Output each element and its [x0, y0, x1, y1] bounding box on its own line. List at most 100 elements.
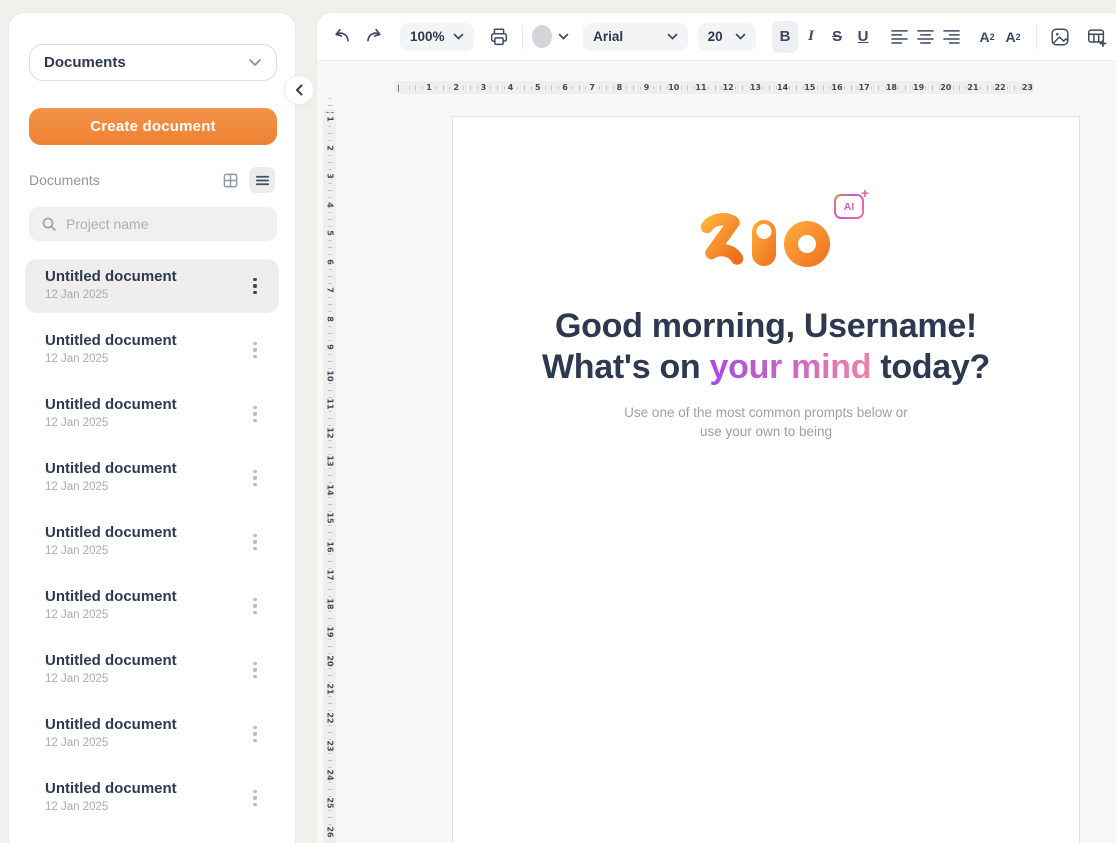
collapse-sidebar-button[interactable]: [284, 75, 314, 105]
ruler-number: 16: [325, 541, 334, 552]
document-menu-button[interactable]: [245, 593, 265, 619]
document-menu-button[interactable]: [245, 785, 265, 811]
document-menu-button[interactable]: [245, 529, 265, 555]
document-menu-button[interactable]: [245, 273, 265, 299]
ruler-tick: [817, 86, 818, 89]
document-list-item[interactable]: Untitled document 12 Jan 2025: [25, 451, 279, 505]
sparkle-icon: +: [861, 186, 869, 200]
document-title: Untitled document: [45, 396, 239, 413]
align-left-icon: [890, 28, 909, 45]
workspace-selector[interactable]: Documents: [29, 44, 277, 81]
ruler-tick: [328, 696, 331, 697]
document-list-item[interactable]: Untitled document 12 Jan 2025: [25, 387, 279, 441]
align-right-button[interactable]: [938, 21, 964, 53]
document-list-item[interactable]: Untitled document 12 Jan 2025: [25, 323, 279, 377]
insert-table-button[interactable]: [1083, 21, 1109, 53]
grid-view-icon: [222, 172, 239, 189]
underline-button[interactable]: U: [850, 21, 876, 53]
document-date: 12 Jan 2025: [45, 801, 239, 813]
ruler-number: 13: [325, 455, 334, 466]
ruler-tick: [328, 98, 331, 99]
ruler-tick: [328, 725, 331, 726]
grid-view-button[interactable]: [217, 167, 243, 193]
horizontal-ruler[interactable]: 1234567891011121314151617181920212223: [394, 81, 1034, 94]
align-center-button[interactable]: [912, 21, 938, 53]
sidebar: Documents Create document Documents: [8, 12, 296, 843]
ruler-tick: [328, 639, 331, 640]
ruler-tick: [599, 86, 600, 89]
text-color-button[interactable]: [532, 21, 569, 53]
document-list-item[interactable]: Untitled document 12 Jan 2025: [25, 515, 279, 569]
search-input[interactable]: [66, 216, 265, 232]
print-button[interactable]: [486, 21, 512, 53]
ruler-tick: [987, 85, 988, 90]
document-list-item[interactable]: Untitled document 12 Jan 2025: [25, 643, 279, 697]
print-icon: [488, 26, 510, 48]
redo-icon: [362, 26, 384, 48]
document-title: Untitled document: [45, 524, 239, 541]
ruler-tick: [327, 646, 332, 647]
ruler-tick: [328, 782, 331, 783]
ruler-number: 13: [750, 81, 761, 94]
document-menu-button[interactable]: [245, 401, 265, 427]
ruler-tick: [327, 133, 332, 134]
ruler-tick: [708, 86, 709, 89]
workspace-selector-label: Documents: [44, 54, 126, 71]
ruler-tick: [328, 767, 331, 768]
list-view-button[interactable]: [249, 167, 275, 193]
create-document-button[interactable]: Create document: [29, 108, 277, 145]
greeting-line2-suffix: today?: [871, 348, 990, 386]
document-menu-button[interactable]: [245, 337, 265, 363]
ruler-number: 21: [325, 683, 334, 694]
italic-button[interactable]: I: [798, 21, 824, 53]
insert-image-button[interactable]: [1047, 21, 1073, 53]
document-menu-button[interactable]: [245, 657, 265, 683]
strikethrough-button[interactable]: S: [824, 21, 850, 53]
ruler-number: 8: [325, 316, 334, 322]
document-list-item[interactable]: Untitled document 12 Jan 2025: [25, 771, 279, 825]
document-list-item[interactable]: Untitled document 12 Jan 2025: [25, 707, 279, 761]
zio-logo: AI +: [696, 212, 836, 268]
font-family-value: Arial: [593, 29, 623, 44]
ruler-number: 11: [325, 398, 334, 409]
align-right-icon: [942, 28, 961, 45]
subscript-button[interactable]: A2: [1000, 21, 1026, 53]
redo-button[interactable]: [360, 21, 386, 53]
ruler-tick: [328, 539, 331, 540]
document-title: Untitled document: [45, 268, 239, 285]
ruler-tick: [572, 86, 573, 89]
ruler-tick: [415, 85, 416, 90]
ruler-number: 14: [777, 81, 788, 94]
ruler-tick: [327, 418, 332, 419]
ruler-number: 1: [426, 81, 432, 94]
ruler-tick: [613, 86, 614, 89]
document-menu-button[interactable]: [245, 721, 265, 747]
superscript-button[interactable]: A2: [974, 21, 1000, 53]
ruler-number: 24: [325, 769, 334, 780]
ruler-tick: [328, 269, 331, 270]
document-list-item[interactable]: Untitled document 12 Jan 2025: [25, 579, 279, 633]
ruler-number: 5: [535, 81, 541, 94]
ruler-tick: [328, 668, 331, 669]
ruler-number: 8: [617, 81, 623, 94]
ruler-tick: [327, 504, 332, 505]
document-menu-button[interactable]: [245, 465, 265, 491]
document-page[interactable]: AI + Good morning, Username! What's on y…: [452, 116, 1080, 843]
ruler-tick: [640, 86, 641, 89]
ruler-tick: [328, 240, 331, 241]
ruler-tick: [327, 162, 332, 163]
font-size-select[interactable]: 20: [698, 23, 757, 51]
superscript-label: A: [980, 29, 990, 45]
ruler-number: 26: [325, 826, 334, 837]
document-list-item[interactable]: Untitled document 12 Jan 2025: [25, 259, 279, 313]
ruler-tick: [327, 703, 332, 704]
align-left-button[interactable]: [886, 21, 912, 53]
bold-button[interactable]: B: [772, 21, 798, 53]
ruler-tick: [327, 532, 332, 533]
vertical-ruler[interactable]: 1234567891011121314151617181920212223242…: [323, 109, 336, 843]
ruler-tick: [606, 85, 607, 90]
ruler-tick: [905, 85, 906, 90]
font-family-select[interactable]: Arial: [583, 23, 687, 51]
undo-button[interactable]: [330, 21, 356, 53]
zoom-select[interactable]: 100%: [400, 23, 474, 51]
